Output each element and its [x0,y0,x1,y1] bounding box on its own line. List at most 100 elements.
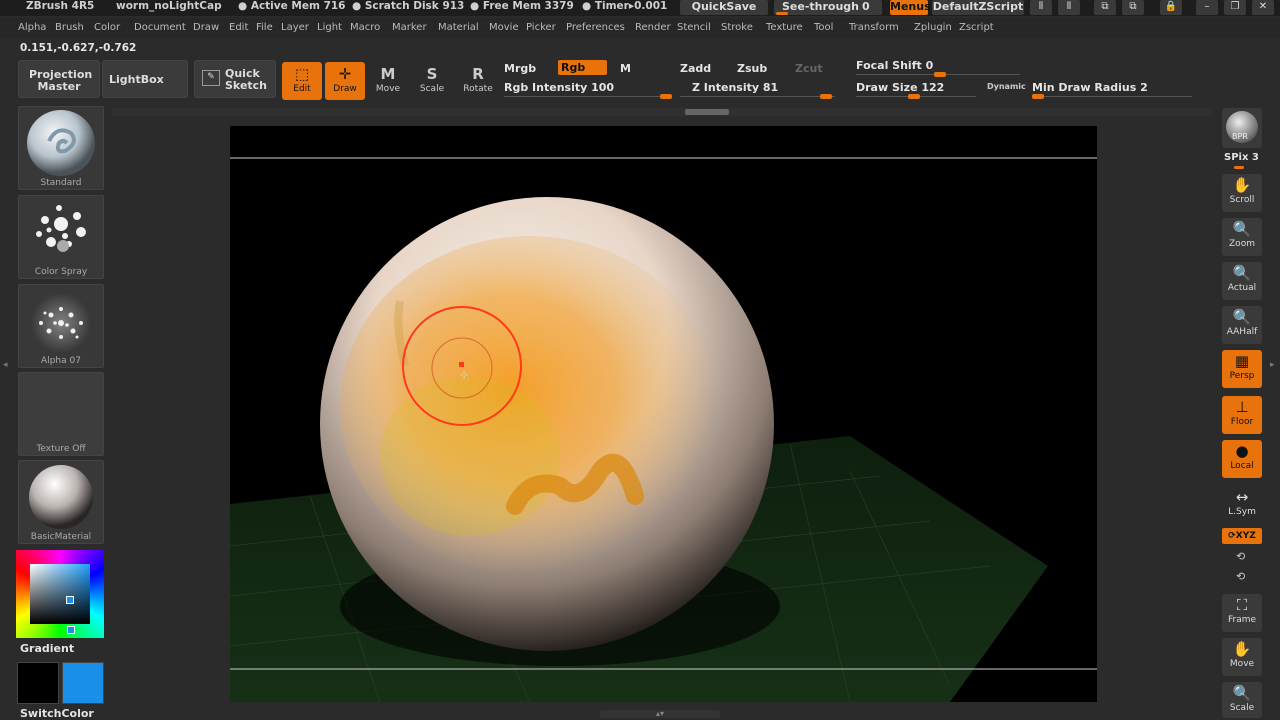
menu-light[interactable]: Light [317,22,342,33]
close-icon[interactable]: ✕ [1252,0,1274,15]
menu-macro[interactable]: Macro [350,22,380,33]
quick-sketch-button[interactable]: ✎ Quick Sketch [194,60,276,98]
min-draw-radius-slider[interactable] [1032,96,1192,97]
focal-shift-knob[interactable] [934,72,946,77]
lsym-button[interactable]: ↔ L.Sym [1222,486,1262,520]
menu-alpha[interactable]: Alpha [18,22,46,33]
switchcolor-button[interactable]: SwitchColor [20,707,94,720]
see-through-slider[interactable]: See-through 0 [774,0,882,15]
persp-button[interactable]: ▦ Persp [1222,350,1262,388]
restore-icon[interactable]: ❐ [1224,0,1246,15]
menu-document[interactable]: Document [134,22,186,33]
viewport-render[interactable]: ⊹ [230,126,1097,702]
menus-button[interactable]: Menus [890,0,931,15]
edit-button[interactable]: ⬚ Edit [282,62,322,100]
frame-button[interactable]: ⛶ Frame [1222,594,1262,632]
dynamic-button[interactable]: Dynamic [987,82,1026,91]
rgb-button[interactable]: Rgb [558,60,608,75]
menu-material[interactable]: Material [438,22,479,33]
menu-file[interactable]: File [256,22,273,33]
top-scrollbar-thumb[interactable] [685,109,729,115]
menu-brush[interactable]: Brush [55,22,84,33]
xyz-button[interactable]: ⟳XYZ [1222,528,1262,544]
window-switch-icon[interactable]: ⧉ [1094,0,1116,15]
menu-stencil[interactable]: Stencil [677,22,711,33]
document-canvas[interactable]: ⊹ [230,126,1097,702]
menu-movie[interactable]: Movie [489,22,519,33]
sketch-icon: ✎ [202,70,220,86]
material-slot[interactable]: BasicMaterial [18,460,104,544]
color-picker-square[interactable] [30,564,90,624]
m-button[interactable]: M [620,62,631,75]
z-intensity-knob[interactable] [820,94,832,99]
layout-right-icon[interactable]: ⫴ [1058,0,1080,15]
min-draw-radius-knob[interactable] [1032,94,1044,99]
menu-picker[interactable]: Picker [526,22,556,33]
menu-marker[interactable]: Marker [392,22,427,33]
rgb-intensity-knob[interactable] [660,94,672,99]
z-intensity-slider[interactable] [680,96,835,97]
top-scrollbar[interactable] [112,108,1212,116]
menu-render[interactable]: Render [635,22,671,33]
menu-zscript[interactable]: Zscript [959,22,994,33]
scroll-button[interactable]: ✋ Scroll [1222,174,1262,212]
actual-button[interactable]: 🔍 Actual [1222,262,1262,300]
zadd-button[interactable]: Zadd [680,62,711,75]
lightbox-button[interactable]: LightBox [102,60,188,98]
texture-slot[interactable]: Texture Off [18,372,104,456]
rotate-z-icon[interactable]: ⟲ [1236,570,1245,583]
scratch-disk: ● Scratch Disk 913 [352,0,465,12]
right-tray-arrow-icon[interactable]: ▸ [1270,360,1275,370]
move-button[interactable]: M Move [368,62,408,100]
menu-draw[interactable]: Draw [193,22,219,33]
menu-layer[interactable]: Layer [281,22,309,33]
zcut-button[interactable]: Zcut [795,62,823,75]
alpha-slot[interactable]: Alpha 07 [18,284,104,368]
scale-view-button[interactable]: 🔍 Scale [1222,682,1262,718]
menu-transform[interactable]: Transform [849,22,899,33]
layout-left-icon[interactable]: ⫴ [1030,0,1052,15]
minimize-icon[interactable]: – [1196,0,1218,15]
lock-icon[interactable]: 🔒 [1160,0,1182,15]
aahalf-button[interactable]: 🔍 AAHalf [1222,306,1262,344]
bottom-tray-handle-icon[interactable]: ▴▾ [600,710,720,718]
gradient-label[interactable]: Gradient [20,642,74,655]
bpr-label: BPR [1232,132,1248,141]
quicksave-button[interactable]: QuickSave [680,0,768,15]
rgb-intensity-slider[interactable] [504,96,672,97]
color-picker-cursor[interactable] [66,596,74,604]
local-button[interactable]: ● Local [1222,440,1262,478]
primary-color-swatch[interactable] [17,662,59,704]
window-stack-icon[interactable]: ⧉ [1122,0,1144,15]
draw-button[interactable]: ✛ Draw [325,62,365,100]
floor-label: Floor [1230,417,1254,427]
menu-tool[interactable]: Tool [814,22,833,33]
menu-preferences[interactable]: Preferences [566,22,625,33]
texture-name: Texture Off [36,444,86,454]
secondary-color-swatch[interactable] [62,662,104,704]
draw-size-knob[interactable] [908,94,920,99]
menu-edit[interactable]: Edit [229,22,248,33]
rotate-button[interactable]: R Rotate [458,62,498,100]
menu-zplugin[interactable]: Zplugin [914,22,952,33]
left-tray-arrow-icon[interactable]: ◂ [3,360,8,370]
floor-button[interactable]: ⊥ Floor [1222,396,1262,434]
move-view-button[interactable]: ✋ Move [1222,638,1262,676]
bpr-button[interactable]: BPR [1222,108,1262,148]
scale-button[interactable]: S Scale [412,62,452,100]
zoom-button[interactable]: 🔍 Zoom [1222,218,1262,256]
default-zscript-button[interactable]: DefaultZScript [932,0,1024,15]
menu-texture[interactable]: Texture [766,22,803,33]
brush-slot[interactable]: Standard [18,106,104,190]
mrgb-button[interactable]: Mrgb [504,62,536,75]
spix-knob[interactable] [1234,166,1244,169]
menu-color[interactable]: Color [94,22,120,33]
see-through-knob[interactable] [776,12,788,15]
zsub-button[interactable]: Zsub [737,62,767,75]
projection-master-button[interactable]: Projection Master [18,60,100,98]
actual-icon: 🔍 [1232,264,1252,282]
menu-stroke[interactable]: Stroke [721,22,753,33]
rotate-y-icon[interactable]: ⟲ [1236,550,1245,563]
stroke-slot[interactable]: Color Spray [18,195,104,279]
hue-cursor[interactable] [67,626,75,634]
